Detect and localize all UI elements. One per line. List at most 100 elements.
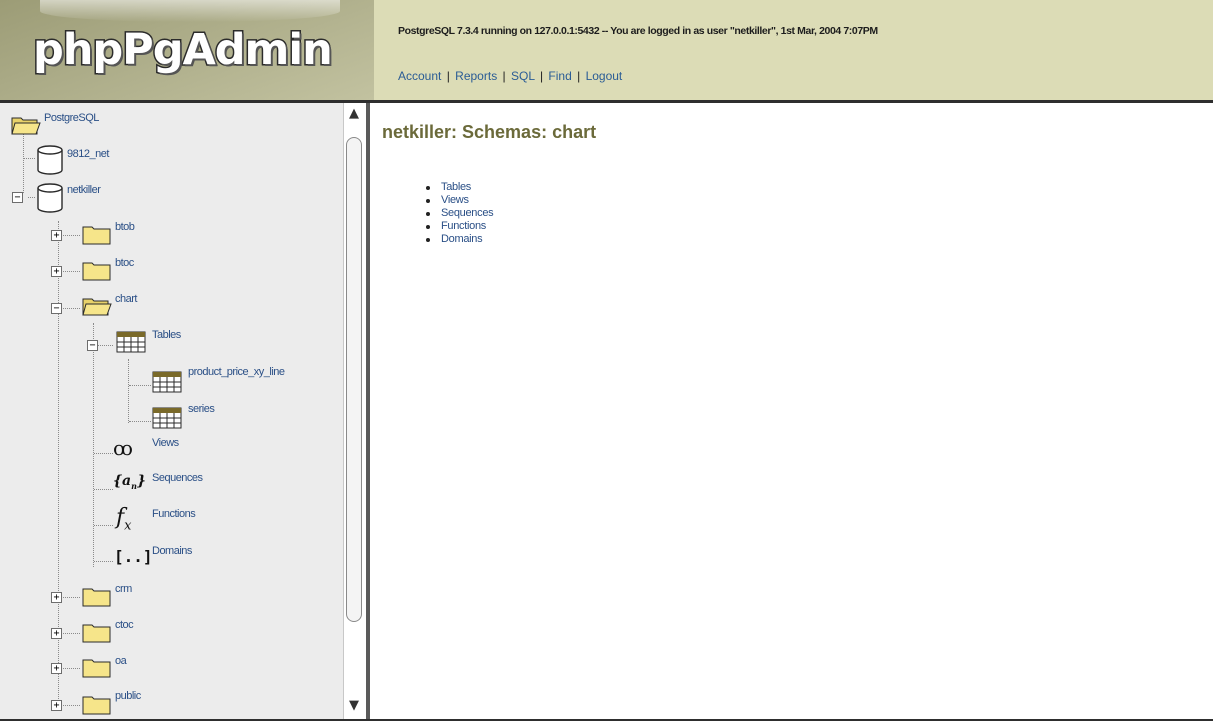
table-icon <box>152 407 182 429</box>
scroll-thumb[interactable] <box>346 137 362 622</box>
bullet-icon <box>426 186 430 190</box>
tree-line <box>98 345 113 346</box>
open-folder-icon <box>82 298 112 316</box>
tree-item-label: chart <box>115 293 137 305</box>
tree-line <box>63 235 80 236</box>
table-icon <box>152 371 182 393</box>
tree-line <box>128 359 129 423</box>
nav-separator: | <box>539 69 544 83</box>
tree-line <box>63 633 80 634</box>
views-icon: ꝏ <box>113 436 133 460</box>
top-bar: phpPgAdmin PostgreSQL 7.3.4 running on 1… <box>0 0 1213 103</box>
tree-item-label: series <box>188 403 215 415</box>
schema-object-list: Tables Views Sequences Functions Domains <box>422 181 494 246</box>
tree-item-label: netkiller <box>67 184 101 196</box>
expand-toggle[interactable]: + <box>51 266 62 277</box>
folder-icon <box>82 659 111 678</box>
logo-area: phpPgAdmin <box>0 0 374 100</box>
folder-icon <box>82 588 111 607</box>
tree-item-label: btob <box>115 221 135 233</box>
tree-item-label: Domains <box>152 545 192 557</box>
list-item-sequences[interactable]: Sequences <box>422 207 494 220</box>
table-icon <box>116 331 146 353</box>
list-item-tables[interactable]: Tables <box>422 181 493 194</box>
expand-toggle[interactable]: + <box>51 700 62 711</box>
functions-icon-main: f <box>116 505 125 530</box>
list-item-label[interactable]: Functions <box>441 220 486 232</box>
collapse-toggle[interactable]: − <box>12 192 23 203</box>
functions-icon: fx <box>116 505 132 533</box>
pane-divider[interactable] <box>366 103 370 719</box>
list-item-functions[interactable]: Functions <box>422 220 493 233</box>
account-link[interactable]: Account <box>398 69 441 83</box>
find-link[interactable]: Find <box>548 69 571 83</box>
database-icon <box>37 145 63 175</box>
tree-item-label: btoc <box>115 257 134 269</box>
tree-item-label: Tables <box>152 329 181 341</box>
tree-line <box>63 597 80 598</box>
tree-item-label: product_price_xy_line <box>188 366 285 378</box>
expand-toggle[interactable]: + <box>51 663 62 674</box>
list-item-label[interactable]: Domains <box>441 233 483 245</box>
bullet-icon <box>426 225 430 229</box>
tree-item-label: Sequences <box>152 472 203 484</box>
tree-line <box>63 668 80 669</box>
top-nav: Account | Reports | SQL | Find | Logout <box>398 69 622 83</box>
tree-item-label: oa <box>115 655 127 667</box>
nav-separator: | <box>502 69 506 83</box>
tree-item-label: Views <box>152 437 179 449</box>
tree-line <box>23 131 24 193</box>
sql-link[interactable]: SQL <box>511 69 535 83</box>
list-item-views[interactable]: Views <box>422 194 493 207</box>
expand-toggle[interactable]: + <box>51 592 62 603</box>
functions-icon-sub: x <box>124 518 132 534</box>
folder-icon <box>82 696 111 715</box>
nav-separator: | <box>577 69 581 83</box>
server-info-area: PostgreSQL 7.3.4 running on 127.0.0.1:54… <box>374 0 1213 100</box>
reports-link[interactable]: Reports <box>455 69 497 83</box>
list-item-label[interactable]: Views <box>441 194 469 206</box>
server-info-text: PostgreSQL 7.3.4 running on 127.0.0.1:54… <box>398 25 878 37</box>
logo-sheen <box>40 0 340 22</box>
scroll-down-arrow-icon[interactable]: ▼ <box>347 699 361 713</box>
tree-line <box>94 453 113 454</box>
list-item-label[interactable]: Tables <box>441 181 471 193</box>
tree-scrollbar[interactable]: ▲ ▼ <box>343 103 366 719</box>
folder-icon <box>82 226 111 245</box>
tree-line <box>93 323 94 567</box>
bullet-icon <box>426 212 430 216</box>
browser-tree: PostgreSQL 9812_net − netkiller + btob +… <box>0 103 343 719</box>
tree-item-label: 9812_net <box>67 148 109 160</box>
tree-line <box>24 158 35 159</box>
scroll-up-arrow-icon[interactable]: ▲ <box>347 107 361 121</box>
bullet-icon <box>426 199 430 203</box>
tree-item-label: crm <box>115 583 132 595</box>
tree-item-label: Functions <box>152 508 196 520</box>
bullet-icon <box>426 238 430 242</box>
folder-icon <box>82 624 111 643</box>
open-folder-icon <box>11 117 41 135</box>
collapse-toggle[interactable]: − <box>51 303 62 314</box>
list-item-label[interactable]: Sequences <box>441 207 494 219</box>
sequences-icon-main: {a <box>113 473 132 489</box>
tree-line <box>63 705 80 706</box>
tree-item-label: ctoc <box>115 619 134 631</box>
tree-line <box>63 308 80 309</box>
bottom-border <box>0 719 1213 727</box>
tree-line <box>94 489 113 490</box>
collapse-toggle[interactable]: − <box>87 340 98 351</box>
tree-line <box>63 271 80 272</box>
sequences-icon-sub: n <box>131 480 137 491</box>
logout-link[interactable]: Logout <box>586 69 623 83</box>
logo[interactable]: phpPgAdmin <box>32 24 335 77</box>
domains-icon: [..] <box>114 547 153 566</box>
expand-toggle[interactable]: + <box>51 628 62 639</box>
list-item-domains[interactable]: Domains <box>422 233 493 246</box>
nav-separator: | <box>446 69 450 83</box>
tree-line <box>129 385 151 386</box>
expand-toggle[interactable]: + <box>51 230 62 241</box>
folder-icon <box>82 262 111 281</box>
tree-item-label: public <box>115 690 141 702</box>
tree-line <box>28 197 35 198</box>
tree-line <box>94 561 113 562</box>
